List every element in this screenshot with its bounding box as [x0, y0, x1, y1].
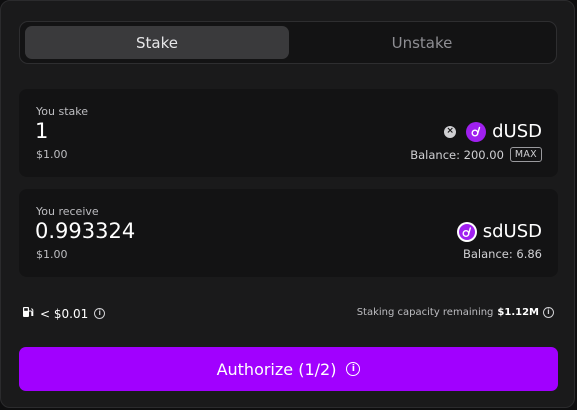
stake-token: × dUSD — [444, 121, 542, 142]
gas-pump-icon — [22, 306, 34, 321]
receive-amount: 0.993324 — [35, 219, 136, 243]
tab-unstake[interactable]: Unstake — [290, 26, 554, 59]
receive-output-card: You receive 0.993324 $1.00 sdUSD Balance… — [19, 189, 558, 277]
authorize-label: Authorize (1/2) — [216, 359, 337, 379]
stake-amount-field[interactable] — [35, 119, 285, 143]
stake-unstake-toggle: Stake Unstake — [19, 21, 557, 64]
info-icon: i — [346, 362, 361, 376]
fee-info-icon[interactable]: i — [94, 308, 106, 319]
receive-usd-value: $1.00 — [36, 248, 68, 261]
receive-balance: Balance: 6.86 — [463, 247, 542, 261]
stake-token-symbol: dUSD — [492, 121, 542, 142]
receive-label: You receive — [36, 205, 99, 218]
capacity-label: Staking capacity remaining — [356, 307, 494, 318]
capacity-info-icon[interactable]: i — [543, 307, 554, 318]
sdusd-token-icon — [456, 221, 477, 242]
receive-balance-text: Balance: 6.86 — [462, 247, 542, 261]
authorize-button[interactable]: Authorize (1/2) i — [19, 347, 558, 391]
max-button[interactable]: MAX — [509, 147, 542, 162]
stake-balance: Balance: 200.00 MAX — [410, 147, 542, 162]
close-circle-icon[interactable]: × — [444, 125, 457, 138]
stake-panel: Stake Unstake You stake $1.00 × dUSD Bal… — [0, 0, 575, 408]
receive-token: sdUSD — [456, 221, 542, 242]
stake-amount-input[interactable] — [35, 119, 285, 143]
stake-usd-value: $1.00 — [36, 148, 68, 161]
capacity-value: $1.12M — [497, 307, 539, 318]
fee-value: < $0.01 — [40, 306, 89, 321]
stake-input-card: You stake $1.00 × dUSD Balance: 200.00 M… — [19, 89, 558, 177]
stake-balance-text: Balance: 200.00 — [410, 147, 504, 162]
dusd-token-icon — [466, 121, 487, 142]
tab-stake[interactable]: Stake — [25, 26, 289, 59]
stake-label: You stake — [36, 105, 88, 118]
receive-token-symbol: sdUSD — [482, 221, 542, 242]
network-fee: < $0.01 i — [22, 306, 106, 321]
staking-capacity: Staking capacity remaining $1.12M i — [357, 307, 554, 318]
